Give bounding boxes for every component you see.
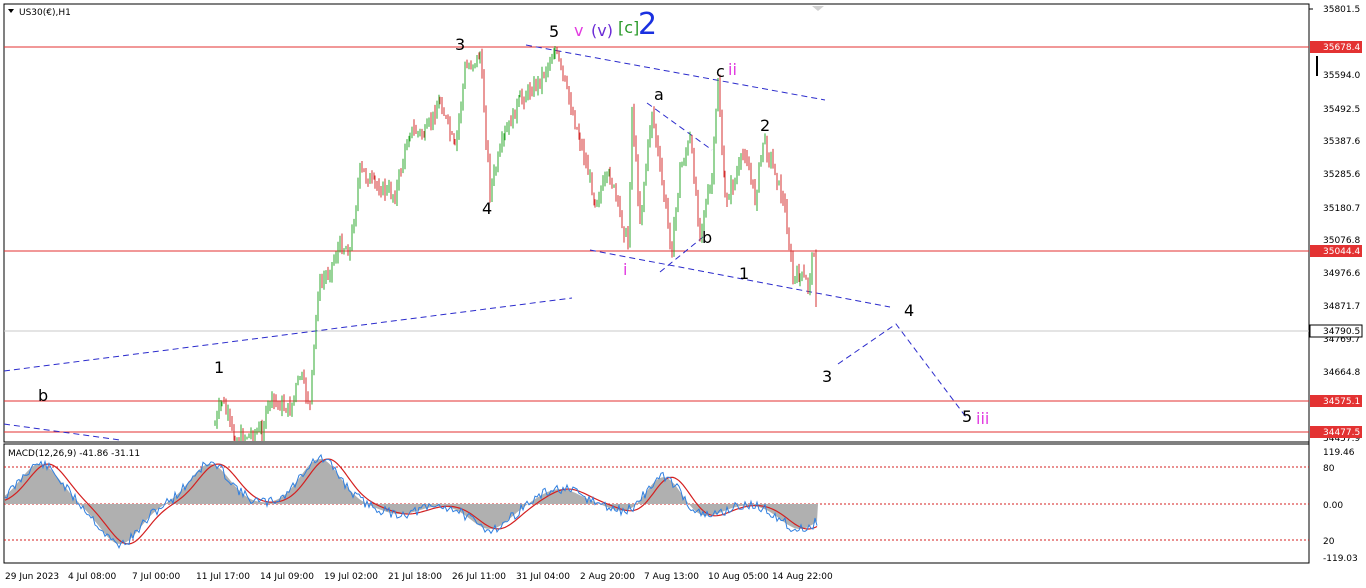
macd-label: MACD(12,26,9) -41.86 -31.11 <box>8 449 140 459</box>
price-tick-label: 35180.7 <box>1323 204 1360 214</box>
wave-label-1-left: 1 <box>214 358 224 377</box>
time-tick-label: 14 Jul 09:00 <box>260 572 314 582</box>
trendline-upper-channel[interactable] <box>525 44 826 101</box>
time-axis[interactable]: 29 Jun 2023 4 Jul 08:00 7 Jul 00:00 11 J… <box>5 572 833 582</box>
price-tag-label: 35678.4 <box>1323 43 1360 53</box>
macd-histogram <box>5 459 818 544</box>
price-tick-label: 34664.8 <box>1323 368 1360 378</box>
horizontal-levels[interactable] <box>4 46 1309 433</box>
macd-tick-label: 0.00 <box>1323 501 1343 511</box>
time-tick-label: 31 Jul 04:00 <box>516 572 570 582</box>
price-tag-label: 34477.5 <box>1323 428 1360 438</box>
wave-label-5-top: 5 <box>549 22 559 41</box>
time-tick-label: 14 Aug 22:00 <box>772 572 833 582</box>
wave-label-proj-5: 5 <box>962 407 972 426</box>
symbol-title: US30(€),H1 <box>19 8 71 18</box>
time-tick-label: 2 Aug 20:00 <box>580 572 635 582</box>
macd-tick-label: 20 <box>1323 537 1335 547</box>
price-tick-label: 34871.7 <box>1323 302 1360 312</box>
trendline-b-stub[interactable] <box>659 236 704 273</box>
time-tick-label: 21 Jul 18:00 <box>388 572 442 582</box>
time-tick-label: 29 Jun 2023 <box>5 572 59 582</box>
macd-tick-label: -119.03 <box>1323 554 1358 564</box>
price-pane-frame <box>3 3 1310 443</box>
time-tick-label: 19 Jul 02:00 <box>324 572 378 582</box>
wave-label-v-paren: (v) <box>591 21 613 40</box>
trendline-a-b[interactable] <box>646 102 713 151</box>
scroll-marker-icon[interactable] <box>812 6 824 11</box>
axis-scale-handle[interactable] <box>1316 56 1318 76</box>
time-tick-label: 26 Jul 11:00 <box>452 572 506 582</box>
wave-label-v: v <box>574 21 583 40</box>
time-tick-label: 10 Aug 05:00 <box>708 572 769 582</box>
projection-path[interactable] <box>837 323 967 418</box>
time-tick-label: 4 Jul 08:00 <box>68 572 117 582</box>
price-tag-label: 34790.5 <box>1323 327 1360 337</box>
price-tick-label: 35387.6 <box>1323 137 1360 147</box>
price-tick-label: 35594.0 <box>1323 71 1360 81</box>
price-tick-label: 35801.5 <box>1323 5 1360 15</box>
wave-label-1-right: 1 <box>739 264 749 283</box>
wave-label-ii: ii <box>728 60 737 79</box>
wave-label-big-2: 2 <box>638 7 657 42</box>
trendline-lower-left[interactable] <box>3 297 573 372</box>
price-tag-label: 34575.1 <box>1323 397 1360 407</box>
price-axis[interactable]: 35801.5 35594.0 35492.5 35387.6 35285.6 … <box>1309 5 1363 444</box>
wave-label-2-right: 2 <box>760 116 770 135</box>
wave-label-4: 4 <box>482 199 492 218</box>
chart-canvas[interactable]: US30(€),H1 MACD(12,26,9) -41.86 -31.11 5… <box>0 0 1366 588</box>
wave-label-proj-3: 3 <box>822 367 832 386</box>
wave-label-proj-4: 4 <box>904 301 914 320</box>
price-candles <box>214 46 817 441</box>
price-tick-label: 35076.8 <box>1323 236 1360 246</box>
price-tick-label: 35285.6 <box>1323 170 1360 180</box>
wave-labels: 5 v (v) [c] 2 3 4 1 b a b i c ii 2 1 4 3… <box>38 7 989 428</box>
time-tick-label: 7 Jul 00:00 <box>132 572 181 582</box>
macd-axis[interactable]: 119.46 80 0.00 20 -119.03 <box>1323 448 1358 564</box>
wave-label-a: a <box>654 85 664 104</box>
wave-label-c: c <box>716 62 725 81</box>
wave-label-3: 3 <box>455 35 465 54</box>
price-tick-label: 35492.5 <box>1323 105 1360 115</box>
macd-tick-label: 80 <box>1323 464 1335 474</box>
chart-window[interactable]: US30(€),H1 MACD(12,26,9) -41.86 -31.11 5… <box>0 0 1366 588</box>
time-tick-label: 7 Aug 13:00 <box>644 572 699 582</box>
price-tick-label: 34976.6 <box>1323 269 1360 279</box>
time-tick-label: 11 Jul 17:00 <box>196 572 250 582</box>
price-tag-label: 35044.4 <box>1323 247 1360 257</box>
dropdown-arrow-icon[interactable] <box>8 9 14 13</box>
macd-tick-label: 119.46 <box>1323 448 1355 458</box>
wave-label-proj-iii: iii <box>976 409 989 428</box>
wave-label-i: i <box>623 260 627 279</box>
wave-label-b-mid: b <box>702 228 712 247</box>
wave-label-b-left: b <box>38 386 48 405</box>
wave-label-c-bracket: [c] <box>618 18 639 37</box>
